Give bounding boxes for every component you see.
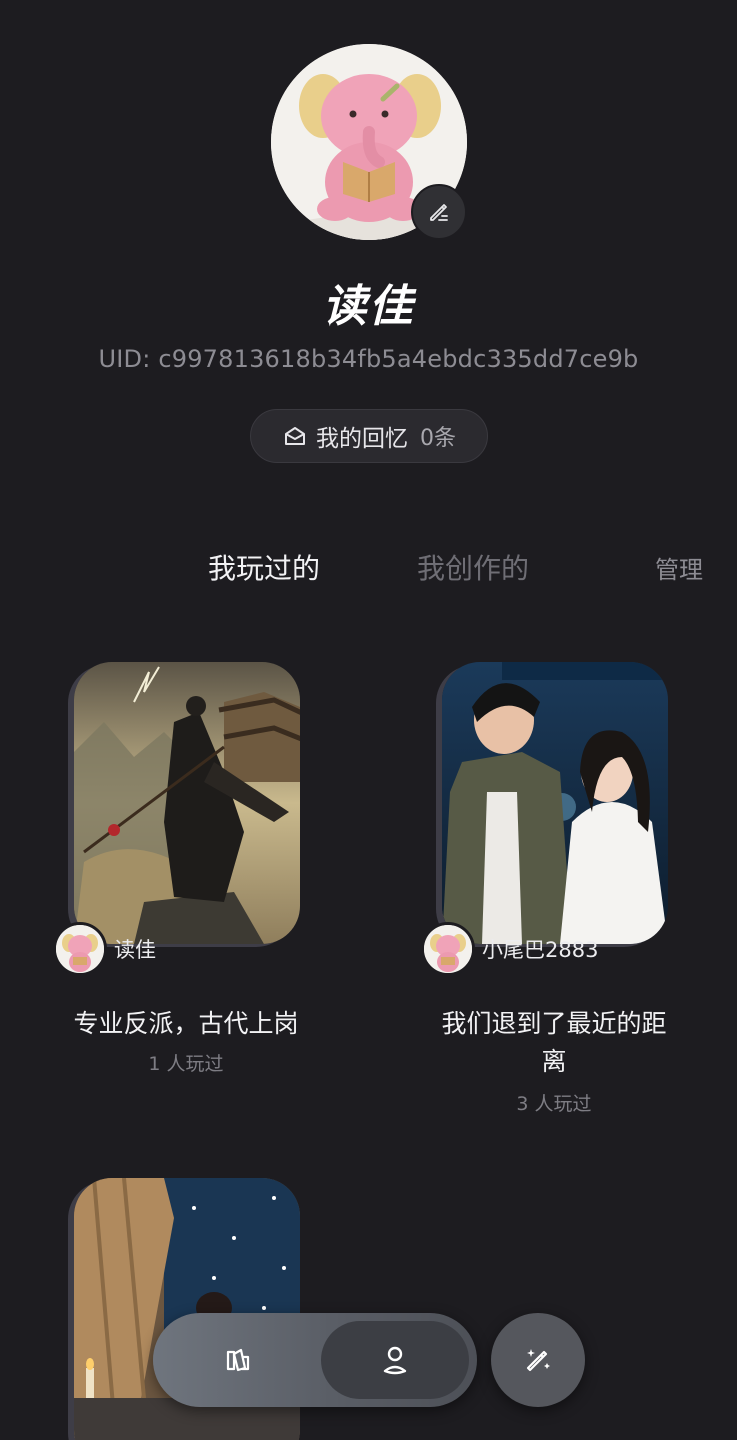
tab-created[interactable]: 我创作的	[417, 547, 529, 587]
play-count: 3 人玩过	[516, 1093, 592, 1115]
tab-played[interactable]: 我玩过的	[208, 547, 320, 587]
create-magic-icon	[526, 1349, 550, 1372]
edit-pencil-icon	[430, 204, 448, 221]
nav-library-button[interactable]	[183, 1325, 293, 1395]
profile-icon	[383, 1346, 407, 1375]
story-title: 我们退到了最近的距 离	[404, 1005, 704, 1081]
library-icon	[226, 1348, 250, 1372]
memories-count: 0条	[420, 426, 456, 451]
couple-night-artwork	[442, 662, 668, 944]
user-uid[interactable]: UID: c997813618b34fb5a4ebdc335dd7ce9b	[0, 345, 737, 373]
story-cover-image	[442, 662, 668, 944]
story-title: 专业反派，古代上岗	[73, 1009, 299, 1038]
story-title-line: 离	[541, 1047, 567, 1076]
author-avatar	[53, 922, 107, 976]
create-story-button[interactable]	[491, 1313, 585, 1407]
open-envelope-icon	[285, 427, 305, 445]
story-cover-image	[74, 662, 300, 944]
author-avatar	[421, 922, 475, 976]
pink-elephant-avatar-image	[424, 925, 472, 973]
story-card[interactable]: 读佳 专业反派，古代上岗 1 人玩过	[36, 662, 336, 1082]
edit-avatar-button[interactable]	[411, 184, 467, 240]
story-card[interactable]: 小尾巴2883 我们退到了最近的距 离 3 人玩过	[404, 662, 704, 1122]
card-author[interactable]: 读佳	[53, 922, 156, 976]
memories-label: 我的回忆	[316, 426, 408, 452]
bottom-nav-bar	[153, 1313, 477, 1407]
villain-warrior-artwork	[74, 662, 300, 944]
card-author[interactable]: 小尾巴2883	[421, 922, 598, 976]
nav-profile-button[interactable]	[321, 1321, 469, 1399]
user-name: 读佳	[322, 281, 415, 332]
story-title-line: 我们退到了最近的距	[441, 1009, 667, 1038]
profile-page: 读佳 UID: c997813618b34fb5a4ebdc335dd7ce9b…	[0, 0, 737, 1440]
my-memories-button[interactable]: 我的回忆 0条	[250, 409, 488, 463]
play-count: 1 人玩过	[148, 1053, 224, 1075]
manage-button[interactable]: 管理	[655, 550, 703, 585]
author-name: 小尾巴2883	[482, 938, 599, 962]
author-name: 读佳	[114, 938, 156, 962]
pink-elephant-avatar-image	[56, 925, 104, 973]
